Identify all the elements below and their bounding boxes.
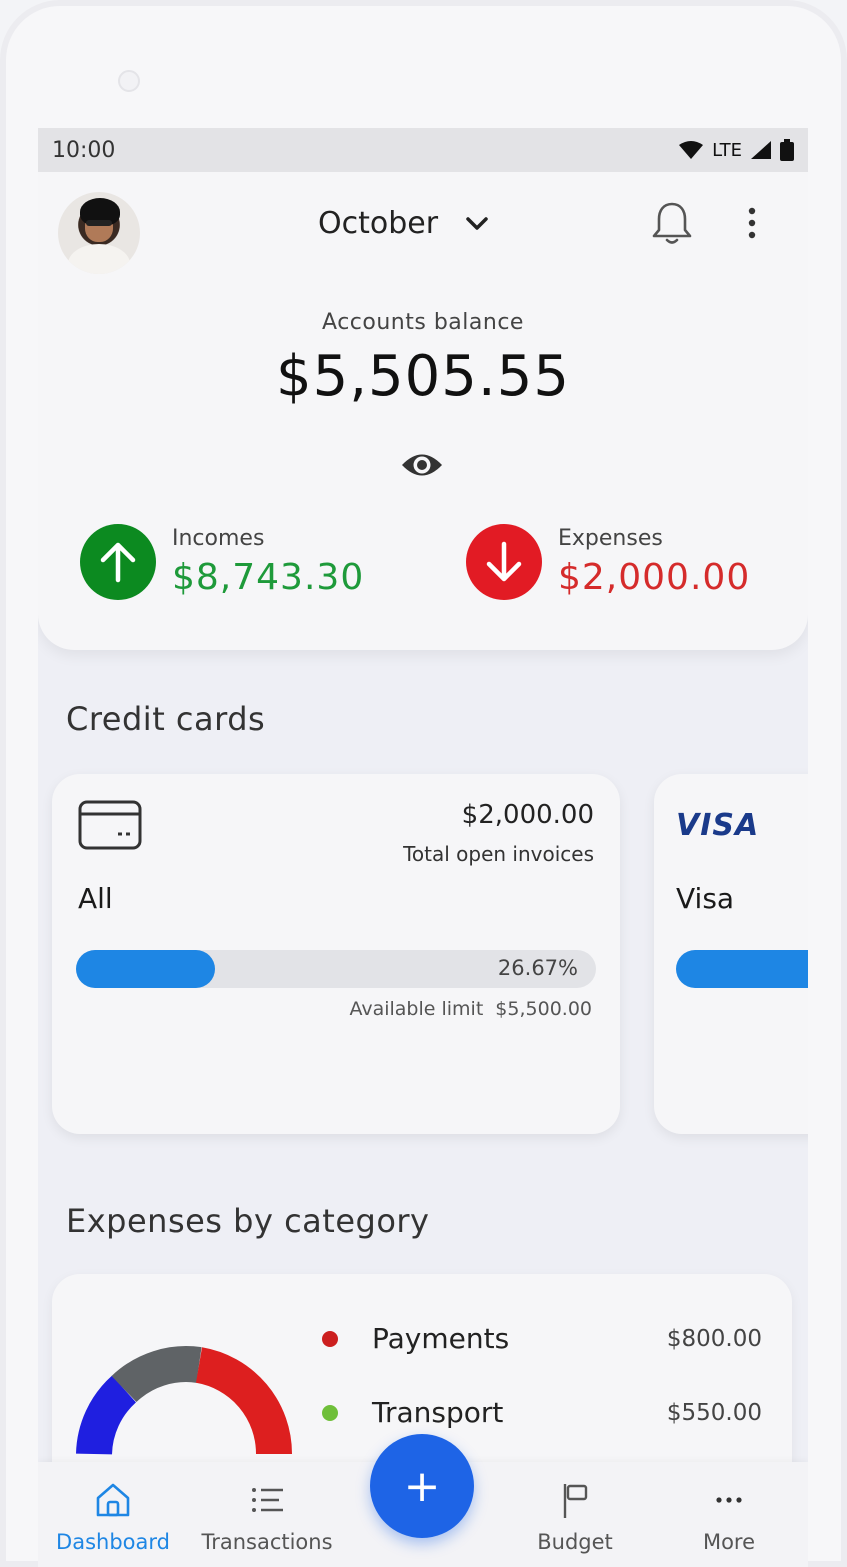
nav-dashboard-label: Dashboard [56,1530,170,1554]
expenses-summary: Expenses $2,000.00 [466,524,750,600]
signal-icon [751,141,771,159]
nav-budget[interactable]: Budget [500,1480,650,1554]
credit-card-visa[interactable]: VISA Visa [654,774,808,1134]
network-label: LTE [712,139,742,161]
balance-value: $5,505.55 [275,344,570,409]
available-limit: Available limit $5,500.00 [349,998,592,1020]
nav-transactions[interactable]: Transactions [192,1480,342,1554]
eye-icon[interactable] [400,450,444,480]
phone-frame: 10:00 LTE October Accounts balance $5,50… [0,0,847,1567]
credit-card-icon [78,800,142,850]
list-icon [252,1488,283,1512]
category-amount: $800.00 [666,1325,762,1352]
nav-budget-label: Budget [537,1530,613,1554]
donut-segment-red [195,1347,293,1455]
status-bar: 10:00 LTE [38,128,808,172]
more-vert-icon[interactable] [746,206,758,240]
arrow-down-icon [466,524,542,600]
credit-cards-title: Credit cards [66,700,266,738]
balance-card: October Accounts balance $5,505.55 Incom… [38,172,808,650]
category-row-transport[interactable]: Transport $550.00 [322,1396,762,1429]
month-label: October [318,206,439,241]
card-open-label: Total open invoices [403,842,594,866]
status-icons: LTE [678,139,794,161]
status-time: 10:00 [52,137,116,163]
wifi-icon [679,141,704,159]
incomes-summary: Incomes $8,743.30 [80,524,364,600]
arrow-up-icon [80,524,156,600]
battery-icon [780,139,794,161]
category-color-dot [322,1330,338,1347]
available-limit-value: $5,500.00 [495,998,592,1020]
card-name: Visa [676,882,735,915]
category-color-dot [322,1404,338,1421]
month-selector[interactable]: October [318,206,488,241]
avatar[interactable] [58,192,140,274]
category-amount: $550.00 [666,1399,762,1426]
bell-icon[interactable] [650,200,694,246]
chevron-down-icon [466,216,488,230]
incomes-value: $8,743.30 [172,557,365,598]
donut-segment-gray [111,1346,202,1403]
credit-card-all[interactable]: $2,000.00 Total open invoices All 26.67%… [52,774,620,1134]
more-horiz-icon [716,1497,742,1503]
flag-icon [563,1484,588,1518]
available-limit-label: Available limit [349,998,484,1020]
card-limit-progress: 26.67% [76,950,596,988]
category-row-payments[interactable]: Payments $800.00 [322,1322,762,1355]
card-open-amount: $2,000.00 [461,800,594,830]
visa-logo: VISA [676,808,760,843]
incomes-label: Incomes [172,526,265,551]
card-limit-progress-fill [76,950,215,988]
card-limit-percent: 26.67% [497,956,578,980]
category-name: Transport [372,1396,504,1429]
app-screen: October Accounts balance $5,505.55 Incom… [38,172,808,1567]
category-name: Payments [372,1322,510,1355]
nav-more-label: More [702,1530,756,1554]
camera-icon [118,70,140,92]
card-limit-progress [676,950,808,988]
nav-dashboard[interactable]: Dashboard [38,1480,188,1554]
nav-more[interactable]: More [654,1480,804,1554]
card-name: All [78,882,113,915]
expenses-label: Expenses [558,526,663,551]
add-transaction-button[interactable]: + [370,1434,474,1538]
home-icon [96,1483,130,1517]
expenses-by-category-title: Expenses by category [66,1202,430,1240]
nav-transactions-label: Transactions [201,1530,333,1554]
donut-segment-blue [76,1375,137,1456]
balance-label: Accounts balance [322,310,524,335]
expenses-value: $2,000.00 [558,557,751,598]
